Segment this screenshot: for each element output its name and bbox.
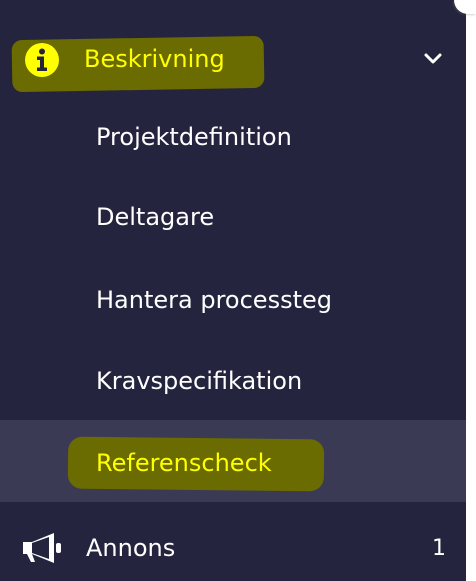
- chevron-down-icon[interactable]: [422, 48, 444, 70]
- screenshot-stage: Beskrivning Projektdefinition Deltagare …: [0, 0, 476, 581]
- megaphone-icon: [23, 533, 61, 563]
- sidebar-nav: Beskrivning Projektdefinition Deltagare …: [0, 0, 466, 581]
- sidebar-item-projektdefinition[interactable]: Projektdefinition: [96, 120, 292, 154]
- annons-count-badge: 1: [432, 536, 446, 561]
- sidebar-item-hantera-processteg[interactable]: Hantera processteg: [96, 283, 332, 317]
- sidebar-item-annons[interactable]: Annons: [86, 531, 175, 565]
- sidebar-item-kravspecifikation[interactable]: Kravspecifikation: [96, 364, 302, 398]
- info-icon: [25, 43, 59, 77]
- sidebar-item-deltagare[interactable]: Deltagare: [96, 200, 214, 234]
- section-header-beskrivning[interactable]: Beskrivning: [0, 20, 466, 100]
- sidebar-item-referenscheck[interactable]: Referenscheck: [96, 446, 272, 480]
- section-label: Beskrivning: [84, 45, 225, 73]
